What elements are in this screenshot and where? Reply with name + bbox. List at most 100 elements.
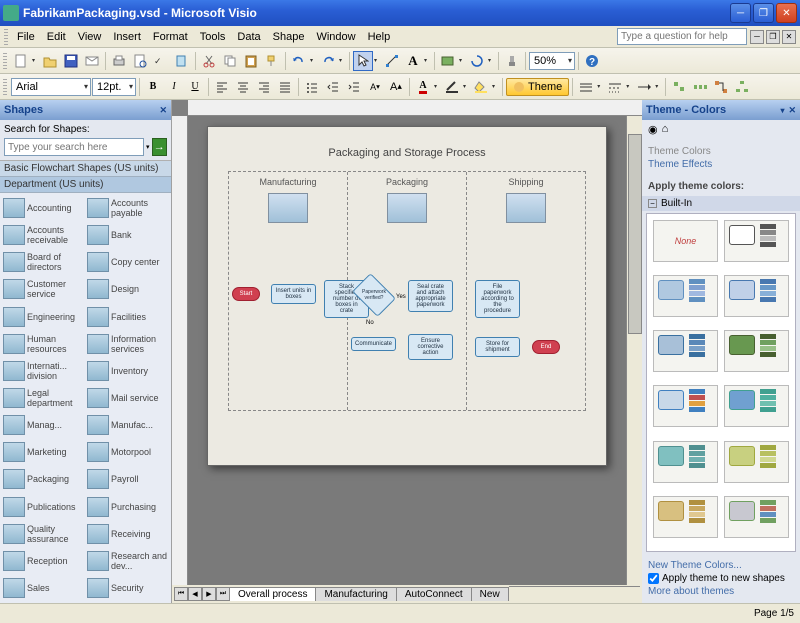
shape-stencil-item[interactable]: Accounting <box>2 195 85 221</box>
open-button[interactable] <box>40 51 60 71</box>
link-new-theme-colors[interactable]: New Theme Colors... <box>648 559 794 572</box>
align-justify-button[interactable] <box>275 77 295 97</box>
flow-node[interactable]: Store for shipment <box>475 337 520 357</box>
flow-start[interactable]: Start <box>232 287 260 301</box>
align-shapes-button[interactable] <box>669 77 689 97</box>
drawing-canvas[interactable]: Packaging and Storage Process Manufactur… <box>188 116 626 585</box>
increase-indent-button[interactable] <box>344 77 364 97</box>
search-go-button[interactable]: → <box>152 138 167 156</box>
shape-stencil-item[interactable]: Publications <box>2 493 85 519</box>
shape-stencil-item[interactable]: Reception <box>2 548 85 574</box>
spelling-button[interactable]: ✓ <box>151 51 171 71</box>
shapes-search-input[interactable] <box>4 138 144 156</box>
shape-stencil-item[interactable]: Internati... division <box>2 358 85 384</box>
menu-window[interactable]: Window <box>310 29 361 45</box>
menu-file[interactable]: File <box>11 29 41 45</box>
theme-swatch[interactable] <box>724 441 789 483</box>
maximize-button[interactable]: ❐ <box>753 3 774 23</box>
theme-button[interactable]: Theme <box>506 78 569 96</box>
menu-tools[interactable]: Tools <box>194 29 232 45</box>
theme-swatch[interactable] <box>653 496 718 538</box>
tab-new[interactable]: New <box>471 587 509 601</box>
theme-swatch[interactable] <box>653 330 718 372</box>
theme-swatch[interactable] <box>724 496 789 538</box>
menu-view[interactable]: View <box>72 29 108 45</box>
theme-swatch[interactable] <box>724 220 789 262</box>
shape-stencil-item[interactable]: Design <box>86 276 169 302</box>
lane-shipping[interactable]: Shipping File paperwork according to the… <box>467 172 585 410</box>
line-pattern-button[interactable] <box>605 77 625 97</box>
shape-stencil-item[interactable]: Information services <box>86 331 169 357</box>
close-button[interactable]: ✕ <box>776 3 797 23</box>
save-button[interactable] <box>61 51 81 71</box>
redo-button[interactable] <box>318 51 338 71</box>
rotate-button[interactable] <box>467 51 487 71</box>
stencil-department[interactable]: Department (US units) <box>0 177 171 193</box>
bullets-button[interactable] <box>302 77 322 97</box>
theme-close-button[interactable]: ✕ <box>788 105 796 116</box>
link-more-themes[interactable]: More about themes <box>648 585 794 598</box>
theme-swatch[interactable] <box>653 441 718 483</box>
shape-stencil-item[interactable]: Manufac... <box>86 412 169 438</box>
print-button[interactable] <box>109 51 129 71</box>
tab-prev-button[interactable]: ◀ <box>188 587 202 601</box>
flow-node[interactable]: Ensure corrective action <box>408 334 453 360</box>
decrease-font-button[interactable]: A▾ <box>365 77 385 97</box>
rectangle-tool-button[interactable] <box>438 51 458 71</box>
menu-insert[interactable]: Insert <box>107 29 147 45</box>
tab-next-button[interactable]: ▶ <box>202 587 216 601</box>
decrease-indent-button[interactable] <box>323 77 343 97</box>
doc-close-button[interactable]: ✕ <box>782 30 796 44</box>
shape-stencil-item[interactable]: Customer service <box>2 276 85 302</box>
shape-stencil-item[interactable]: Manag... <box>2 412 85 438</box>
increase-font-button[interactable]: A▴ <box>386 77 406 97</box>
cut-button[interactable] <box>199 51 219 71</box>
back-icon[interactable]: ◉ <box>648 123 658 136</box>
align-center-button[interactable] <box>233 77 253 97</box>
shape-stencil-item[interactable]: Marketing <box>2 439 85 465</box>
tab-last-button[interactable]: ⏭ <box>216 587 230 601</box>
menu-data[interactable]: Data <box>231 29 266 45</box>
shape-stencil-item[interactable]: Mail service <box>86 385 169 411</box>
theme-swatch[interactable] <box>724 385 789 427</box>
shape-stencil-item[interactable]: Copy center <box>86 249 169 275</box>
shape-stencil-item[interactable]: Bank <box>86 222 169 248</box>
theme-swatch-none[interactable]: None <box>653 220 718 262</box>
theme-swatch[interactable] <box>724 275 789 317</box>
print-preview-button[interactable] <box>130 51 150 71</box>
minimize-button[interactable]: ─ <box>730 3 751 23</box>
tab-first-button[interactable]: ⏮ <box>174 587 188 601</box>
flow-decision[interactable]: Paperwork verified? <box>352 273 396 317</box>
shape-stencil-item[interactable]: Payroll <box>86 466 169 492</box>
tab-autoconnect[interactable]: AutoConnect <box>396 587 472 601</box>
menu-shape[interactable]: Shape <box>267 29 311 45</box>
format-painter-button[interactable] <box>262 51 282 71</box>
theme-swatch[interactable] <box>653 385 718 427</box>
line-color-button[interactable] <box>442 77 462 97</box>
shape-stencil-item[interactable]: Research and dev... <box>86 548 169 574</box>
shape-stencil-item[interactable]: Legal department <box>2 385 85 411</box>
shape-stencil-item[interactable]: Engineering <box>2 304 85 330</box>
shape-stencil-item[interactable]: Sales <box>2 575 85 601</box>
help-button[interactable]: ? <box>582 51 602 71</box>
vertical-scrollbar[interactable] <box>626 116 642 585</box>
lane-packaging[interactable]: Packaging Paperwork verified? Seal crate… <box>348 172 467 410</box>
shape-stencil-item[interactable]: Packaging <box>2 466 85 492</box>
doc-minimize-button[interactable]: ─ <box>750 30 764 44</box>
zoom-combo[interactable]: 50% <box>529 52 575 70</box>
undo-button[interactable] <box>289 51 309 71</box>
shape-stencil-item[interactable]: Purchasing <box>86 493 169 519</box>
distribute-button[interactable] <box>690 77 710 97</box>
line-ends-button[interactable] <box>634 77 654 97</box>
drawing-page[interactable]: Packaging and Storage Process Manufactur… <box>207 126 607 466</box>
link-theme-colors[interactable]: Theme Colors <box>648 145 794 158</box>
new-button[interactable] <box>11 51 31 71</box>
horizontal-scrollbar[interactable] <box>509 586 640 602</box>
apply-new-checkbox[interactable]: Apply theme to new shapes <box>648 572 794 585</box>
shape-stencil-item[interactable]: Board of directors <box>2 249 85 275</box>
lane-manufacturing[interactable]: Manufacturing Start Insert units in boxe… <box>229 172 348 410</box>
align-right-button[interactable] <box>254 77 274 97</box>
menu-help[interactable]: Help <box>362 29 397 45</box>
underline-button[interactable]: U <box>185 77 205 97</box>
doc-restore-button[interactable]: ❐ <box>766 30 780 44</box>
